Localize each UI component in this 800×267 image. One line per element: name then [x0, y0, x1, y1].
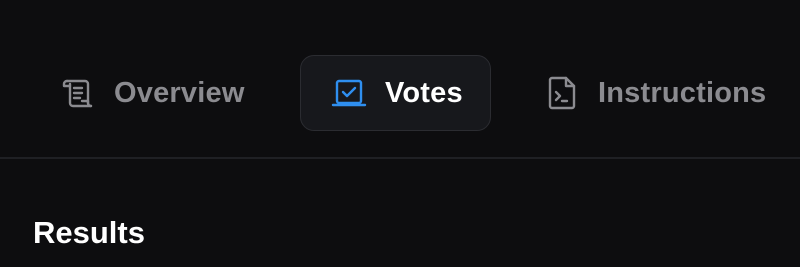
terminal-file-icon [542, 73, 582, 113]
tab-votes[interactable]: Votes [300, 55, 491, 131]
section-title: Results [33, 215, 145, 250]
tab-divider [0, 157, 800, 159]
tab-votes-label: Votes [385, 76, 463, 109]
tab-bar: Overview Votes Instructions [0, 0, 800, 158]
tab-overview-label: Overview [114, 76, 245, 109]
scroll-icon [58, 73, 98, 113]
tab-instructions[interactable]: Instructions [542, 55, 766, 131]
tab-instructions-label: Instructions [598, 76, 767, 109]
tab-overview[interactable]: Overview [58, 55, 245, 131]
ballot-box-icon [329, 73, 369, 113]
